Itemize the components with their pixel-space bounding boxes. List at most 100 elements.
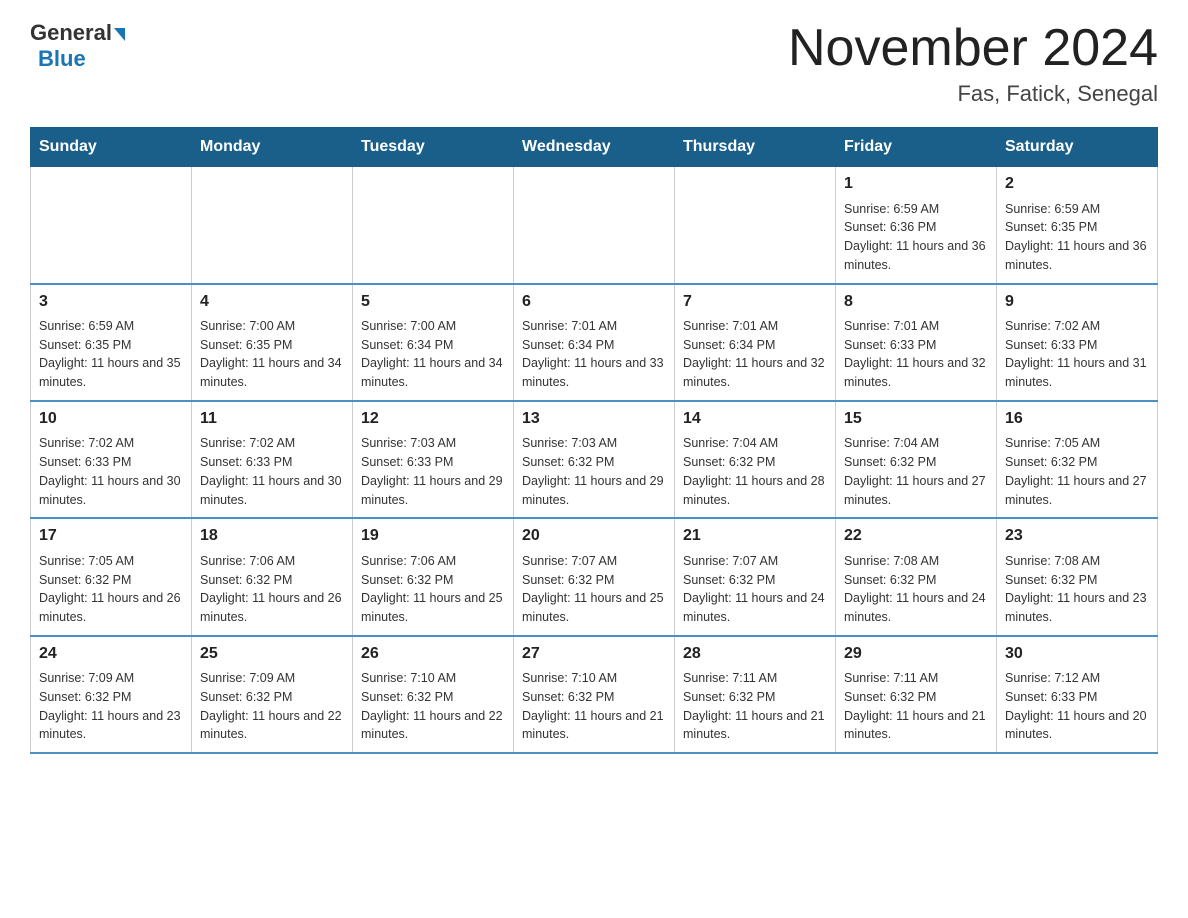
day-info: Sunrise: 7:06 AMSunset: 6:32 PMDaylight:… [200, 554, 342, 624]
day-info: Sunrise: 7:08 AMSunset: 6:32 PMDaylight:… [844, 554, 986, 624]
header-monday: Monday [192, 128, 353, 167]
day-info: Sunrise: 7:01 AMSunset: 6:34 PMDaylight:… [683, 319, 825, 389]
day-number: 11 [200, 408, 344, 430]
calendar-week-row: 24 Sunrise: 7:09 AMSunset: 6:32 PMDayligh… [31, 636, 1158, 753]
day-info: Sunrise: 7:12 AMSunset: 6:33 PMDaylight:… [1005, 671, 1147, 741]
calendar-cell: 7 Sunrise: 7:01 AMSunset: 6:34 PMDaylight… [675, 284, 836, 401]
day-number: 8 [844, 291, 988, 313]
header-sunday: Sunday [31, 128, 192, 167]
calendar-cell: 14Sunrise: 7:04 AMSunset: 6:32 PMDayligh… [675, 401, 836, 518]
calendar-cell: 29 Sunrise: 7:11 AMSunset: 6:32 PMDayligh… [836, 636, 997, 753]
header: General Blue November 2024 Fas, Fatick, … [30, 20, 1158, 107]
day-info: Sunrise: 6:59 AMSunset: 6:35 PMDaylight:… [1005, 202, 1147, 272]
day-number: 24 [39, 643, 183, 665]
day-info: Sunrise: 7:10 AMSunset: 6:32 PMDaylight:… [522, 671, 664, 741]
calendar-cell: 15 Sunrise: 7:04 AMSunset: 6:32 PMDayligh… [836, 401, 997, 518]
day-info: Sunrise: 7:09 AMSunset: 6:32 PMDaylight:… [200, 671, 342, 741]
day-number: 19 [361, 525, 505, 547]
day-number: 22 [844, 525, 988, 547]
day-info: Sunrise: 7:07 AMSunset: 6:32 PMDaylight:… [522, 554, 664, 624]
day-number: 21 [683, 525, 827, 547]
header-saturday: Saturday [997, 128, 1158, 167]
day-info: Sunrise: 7:08 AMSunset: 6:32 PMDaylight:… [1005, 554, 1147, 624]
calendar-week-row: 10 Sunrise: 7:02 AMSunset: 6:33 PMDayligh… [31, 401, 1158, 518]
day-number: 5 [361, 291, 505, 313]
day-info: Sunrise: 7:07 AMSunset: 6:32 PMDaylight:… [683, 554, 825, 624]
day-number: 18 [200, 525, 344, 547]
calendar-cell: 24 Sunrise: 7:09 AMSunset: 6:32 PMDayligh… [31, 636, 192, 753]
calendar-cell: 18 Sunrise: 7:06 AMSunset: 6:32 PMDayligh… [192, 518, 353, 635]
day-number: 23 [1005, 525, 1149, 547]
day-number: 6 [522, 291, 666, 313]
day-number: 16 [1005, 408, 1149, 430]
header-tuesday: Tuesday [353, 128, 514, 167]
day-info: Sunrise: 6:59 AMSunset: 6:35 PMDaylight:… [39, 319, 181, 389]
day-number: 15 [844, 408, 988, 430]
day-info: Sunrise: 7:10 AMSunset: 6:32 PMDaylight:… [361, 671, 503, 741]
calendar-cell: 17 Sunrise: 7:05 AMSunset: 6:32 PMDayligh… [31, 518, 192, 635]
day-number: 29 [844, 643, 988, 665]
day-number: 13 [522, 408, 666, 430]
day-info: Sunrise: 7:06 AMSunset: 6:32 PMDaylight:… [361, 554, 503, 624]
calendar-week-row: 17 Sunrise: 7:05 AMSunset: 6:32 PMDayligh… [31, 518, 1158, 635]
calendar-cell: 9Sunrise: 7:02 AMSunset: 6:33 PMDaylight… [997, 284, 1158, 401]
calendar-cell: 19 Sunrise: 7:06 AMSunset: 6:32 PMDayligh… [353, 518, 514, 635]
day-info: Sunrise: 7:04 AMSunset: 6:32 PMDaylight:… [683, 436, 825, 506]
header-wednesday: Wednesday [514, 128, 675, 167]
logo: General Blue [30, 20, 125, 72]
day-number: 28 [683, 643, 827, 665]
calendar-title: November 2024 [788, 20, 1158, 77]
day-number: 7 [683, 291, 827, 313]
day-info: Sunrise: 6:59 AMSunset: 6:36 PMDaylight:… [844, 202, 986, 272]
day-info: Sunrise: 7:09 AMSunset: 6:32 PMDaylight:… [39, 671, 181, 741]
day-number: 2 [1005, 173, 1149, 195]
day-number: 26 [361, 643, 505, 665]
calendar-week-row: 3 Sunrise: 6:59 AMSunset: 6:35 PMDaylight… [31, 284, 1158, 401]
day-info: Sunrise: 7:05 AMSunset: 6:32 PMDaylight:… [1005, 436, 1147, 506]
calendar-cell: 12Sunrise: 7:03 AMSunset: 6:33 PMDayligh… [353, 401, 514, 518]
day-number: 20 [522, 525, 666, 547]
calendar-cell: 4 Sunrise: 7:00 AMSunset: 6:35 PMDaylight… [192, 284, 353, 401]
day-info: Sunrise: 7:11 AMSunset: 6:32 PMDaylight:… [683, 671, 825, 741]
calendar-cell [675, 167, 836, 284]
day-info: Sunrise: 7:05 AMSunset: 6:32 PMDaylight:… [39, 554, 181, 624]
calendar-cell: 6 Sunrise: 7:01 AMSunset: 6:34 PMDaylight… [514, 284, 675, 401]
logo-general: General [30, 20, 112, 46]
day-number: 25 [200, 643, 344, 665]
calendar-cell: 11 Sunrise: 7:02 AMSunset: 6:33 PMDayligh… [192, 401, 353, 518]
day-info: Sunrise: 7:00 AMSunset: 6:35 PMDaylight:… [200, 319, 342, 389]
day-info: Sunrise: 7:02 AMSunset: 6:33 PMDaylight:… [39, 436, 181, 506]
logo-arrow-icon [114, 28, 125, 41]
logo-blue: Blue [38, 46, 86, 71]
calendar-cell: 28 Sunrise: 7:11 AMSunset: 6:32 PMDayligh… [675, 636, 836, 753]
day-info: Sunrise: 7:11 AMSunset: 6:32 PMDaylight:… [844, 671, 986, 741]
header-friday: Friday [836, 128, 997, 167]
day-info: Sunrise: 7:01 AMSunset: 6:33 PMDaylight:… [844, 319, 986, 389]
calendar-cell: 8 Sunrise: 7:01 AMSunset: 6:33 PMDaylight… [836, 284, 997, 401]
day-number: 3 [39, 291, 183, 313]
calendar-cell: 16 Sunrise: 7:05 AMSunset: 6:32 PMDayligh… [997, 401, 1158, 518]
day-info: Sunrise: 7:04 AMSunset: 6:32 PMDaylight:… [844, 436, 986, 506]
title-area: November 2024 Fas, Fatick, Senegal [788, 20, 1158, 107]
day-number: 1 [844, 173, 988, 195]
calendar-cell: 1 Sunrise: 6:59 AMSunset: 6:36 PMDaylight… [836, 167, 997, 284]
day-info: Sunrise: 7:02 AMSunset: 6:33 PMDaylight:… [1005, 319, 1147, 389]
day-number: 27 [522, 643, 666, 665]
day-info: Sunrise: 7:02 AMSunset: 6:33 PMDaylight:… [200, 436, 342, 506]
day-number: 4 [200, 291, 344, 313]
calendar-table: Sunday Monday Tuesday Wednesday Thursday… [30, 127, 1158, 754]
calendar-subtitle: Fas, Fatick, Senegal [788, 81, 1158, 107]
day-info: Sunrise: 7:00 AMSunset: 6:34 PMDaylight:… [361, 319, 503, 389]
calendar-cell [192, 167, 353, 284]
calendar-cell: 20 Sunrise: 7:07 AMSunset: 6:32 PMDayligh… [514, 518, 675, 635]
calendar-cell: 26 Sunrise: 7:10 AMSunset: 6:32 PMDayligh… [353, 636, 514, 753]
day-number: 17 [39, 525, 183, 547]
calendar-cell: 27 Sunrise: 7:10 AMSunset: 6:32 PMDayligh… [514, 636, 675, 753]
calendar-cell: 3 Sunrise: 6:59 AMSunset: 6:35 PMDaylight… [31, 284, 192, 401]
calendar-cell: 25 Sunrise: 7:09 AMSunset: 6:32 PMDayligh… [192, 636, 353, 753]
calendar-cell: 23 Sunrise: 7:08 AMSunset: 6:32 PMDayligh… [997, 518, 1158, 635]
day-number: 10 [39, 408, 183, 430]
calendar-cell: 30Sunrise: 7:12 AMSunset: 6:33 PMDayligh… [997, 636, 1158, 753]
day-number: 12 [361, 408, 505, 430]
day-info: Sunrise: 7:01 AMSunset: 6:34 PMDaylight:… [522, 319, 664, 389]
